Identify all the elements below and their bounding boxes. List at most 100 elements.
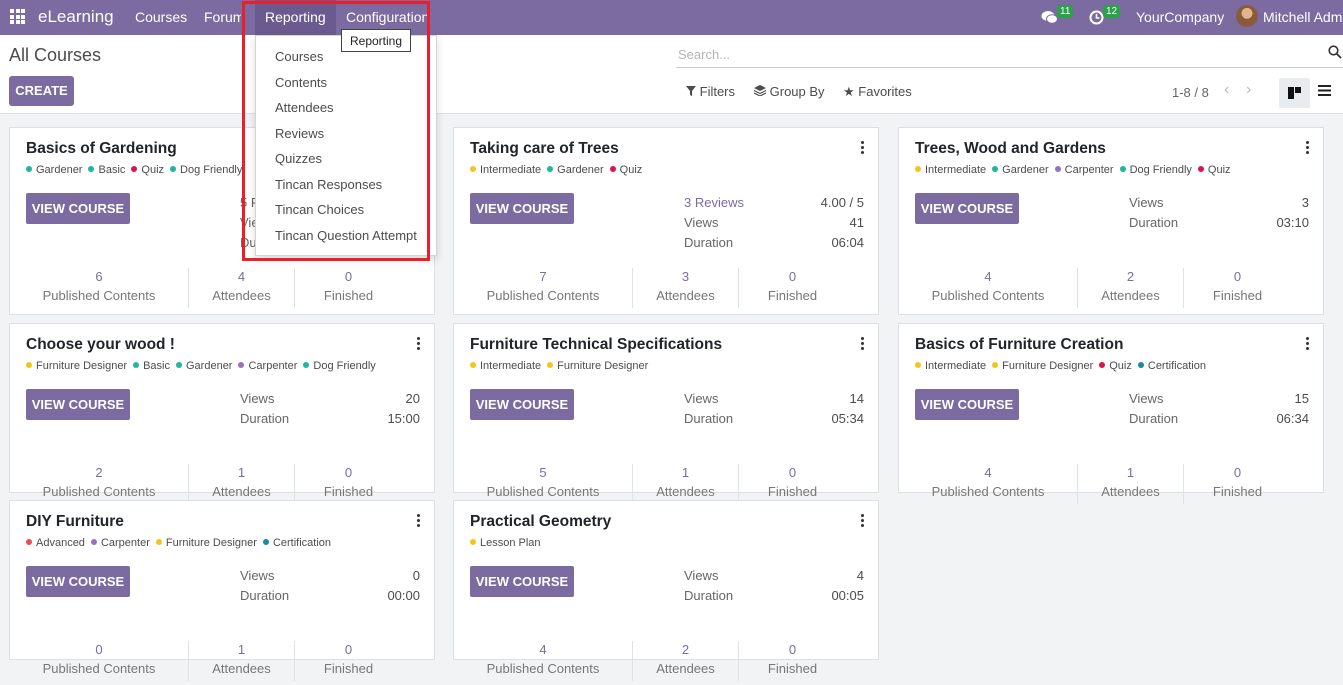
published-contents-stat[interactable]: 0 Published Contents <box>10 641 188 681</box>
kebab-menu-icon[interactable] <box>1306 337 1309 352</box>
reporting-item-reviews[interactable]: Reviews <box>275 126 324 141</box>
kebab-menu-icon[interactable] <box>417 514 420 529</box>
finished-stat[interactable]: 0 Finished <box>739 464 846 504</box>
reporting-item-tincan-choices[interactable]: Tincan Choices <box>275 202 364 217</box>
view-course-button[interactable]: VIEW COURSE <box>26 566 130 597</box>
pager-next-icon[interactable]: › <box>1246 81 1251 99</box>
filters-button[interactable]: Filters <box>686 84 735 99</box>
published-count: 0 <box>95 642 103 657</box>
course-tag: Intermediate <box>470 360 541 372</box>
tag-label: Furniture Designer <box>36 360 128 372</box>
attendees-count: 1 <box>237 642 246 657</box>
finished-count: 0 <box>788 269 797 284</box>
published-contents-stat[interactable]: 4 Published Contents <box>899 464 1077 504</box>
attendees-stat[interactable]: 1 Attendees <box>189 464 294 504</box>
group-by-button[interactable]: Group By <box>753 84 825 99</box>
published-contents-stat[interactable]: 5 Published Contents <box>454 464 632 504</box>
view-course-button[interactable]: VIEW COURSE <box>470 389 574 420</box>
view-course-button[interactable]: VIEW COURSE <box>915 193 1019 224</box>
user-avatar[interactable] <box>1236 5 1258 27</box>
attendees-stat[interactable]: 1 Attendees <box>1078 464 1183 504</box>
duration-label: Duration <box>684 235 734 250</box>
attendees-stat[interactable]: 3 Attendees <box>633 268 738 308</box>
course-title[interactable]: Trees, Wood and Gardens <box>915 140 1106 158</box>
tag-dot <box>470 362 476 368</box>
chat-icon[interactable] <box>1041 10 1058 25</box>
view-course-button[interactable]: VIEW COURSE <box>915 389 1019 420</box>
course-card[interactable]: Basics of Furniture Creation Intermediat… <box>898 323 1324 504</box>
reporting-item-courses[interactable]: Courses <box>275 49 323 64</box>
duration-row: Duration 06:04 <box>684 235 864 254</box>
reporting-item-tincan-question-attempt[interactable]: Tincan Question Attempt <box>275 228 417 243</box>
published-contents-stat[interactable]: 4 Published Contents <box>899 268 1077 308</box>
pager-prev-icon[interactable]: ‹ <box>1224 81 1229 99</box>
search-input[interactable] <box>676 44 1320 64</box>
list-view-icon[interactable] <box>1318 85 1331 96</box>
attendees-stat[interactable]: 4 Attendees <box>189 268 294 308</box>
attendees-stat[interactable]: 1 Attendees <box>189 641 294 681</box>
tag-dot <box>26 362 32 368</box>
course-title[interactable]: DIY Furniture <box>26 513 124 531</box>
view-course-button[interactable]: VIEW COURSE <box>470 193 574 224</box>
view-course-button[interactable]: VIEW COURSE <box>26 389 130 420</box>
course-title[interactable]: Furniture Technical Specifications <box>470 336 722 354</box>
finished-stat[interactable]: 0 Finished <box>739 641 846 681</box>
reporting-item-tincan-responses[interactable]: Tincan Responses <box>275 177 382 192</box>
published-contents-stat[interactable]: 6 Published Contents <box>10 268 188 308</box>
kebab-menu-icon[interactable] <box>861 514 864 529</box>
user-menu[interactable]: Mitchell Admi <box>1263 0 1343 35</box>
view-course-button[interactable]: VIEW COURSE <box>470 566 574 597</box>
published-contents-stat[interactable]: 2 Published Contents <box>10 464 188 504</box>
kebab-menu-icon[interactable] <box>861 337 864 352</box>
favorites-button[interactable]: ★ Favorites <box>843 84 912 100</box>
course-card[interactable]: Choose your wood ! Furniture Designer Bas… <box>9 323 435 504</box>
kebab-menu-icon[interactable] <box>861 141 864 156</box>
attendees-stat[interactable]: 2 Attendees <box>1078 268 1183 308</box>
published-count: 4 <box>984 465 992 480</box>
company-switcher[interactable]: YourCompany <box>1136 0 1224 35</box>
course-card[interactable]: DIY Furniture Advanced Carpenter Furniture… <box>9 500 435 681</box>
course-title[interactable]: Choose your wood ! <box>26 336 175 354</box>
attendees-stat[interactable]: 2 Attendees <box>633 641 738 681</box>
published-contents-stat[interactable]: 4 Published Contents <box>454 641 632 681</box>
course-card[interactable]: Trees, Wood and Gardens Intermediate Gard… <box>898 127 1324 315</box>
attendees-stat[interactable]: 1 Attendees <box>633 464 738 504</box>
apps-grid-icon[interactable] <box>10 9 25 24</box>
reviews-count[interactable]: 3 Reviews <box>684 195 744 210</box>
attendees-label: Attendees <box>212 484 271 499</box>
course-title[interactable]: Practical Geometry <box>470 513 611 531</box>
finished-stat[interactable]: 0 Finished <box>739 268 846 308</box>
finished-stat[interactable]: 0 Finished <box>295 268 402 308</box>
reporting-item-attendees[interactable]: Attendees <box>275 100 334 115</box>
search-icon[interactable] <box>1328 45 1342 59</box>
clock-icon[interactable] <box>1089 10 1104 25</box>
published-contents-stat[interactable]: 7 Published Contents <box>454 268 632 308</box>
kanban-view-button[interactable] <box>1279 78 1310 108</box>
view-course-button[interactable]: VIEW COURSE <box>26 193 130 224</box>
create-button[interactable]: CREATE <box>9 76 74 106</box>
course-title[interactable]: Basics of Furniture Creation <box>915 336 1123 354</box>
course-card[interactable]: Furniture Technical Specifications Inter… <box>453 323 879 504</box>
course-card[interactable]: Practical Geometry Lesson Plan VIEW COUR… <box>453 500 879 681</box>
attendees-count: 1 <box>1126 465 1135 480</box>
course-title[interactable]: Taking care of Trees <box>470 140 619 158</box>
course-title[interactable]: Basics of Gardening <box>26 140 177 158</box>
app-name[interactable]: eLearning <box>38 0 114 35</box>
menu-courses[interactable]: Courses <box>135 0 187 35</box>
reporting-item-quizzes[interactable]: Quizzes <box>275 151 322 166</box>
group-by-label: Group By <box>769 84 825 99</box>
finished-stat[interactable]: 0 Finished <box>1184 464 1291 504</box>
kebab-menu-icon[interactable] <box>1306 141 1309 156</box>
finished-stat[interactable]: 0 Finished <box>295 464 402 504</box>
reporting-item-contents[interactable]: Contents <box>275 75 327 90</box>
finished-stat[interactable]: 0 Finished <box>1184 268 1291 308</box>
course-card[interactable]: Taking care of Trees Intermediate Gardene… <box>453 127 879 315</box>
finished-stat[interactable]: 0 Finished <box>295 641 402 681</box>
menu-forum[interactable]: Forum <box>204 0 241 35</box>
kebab-menu-icon[interactable] <box>417 337 420 352</box>
duration-label: Duration <box>684 411 734 426</box>
tag-dot <box>992 166 999 172</box>
rating-value: 4.00 / 5 <box>820 195 864 210</box>
pager-value[interactable]: 1-8 / 8 <box>1172 85 1209 100</box>
menu-reporting[interactable]: Reporting <box>255 0 336 35</box>
